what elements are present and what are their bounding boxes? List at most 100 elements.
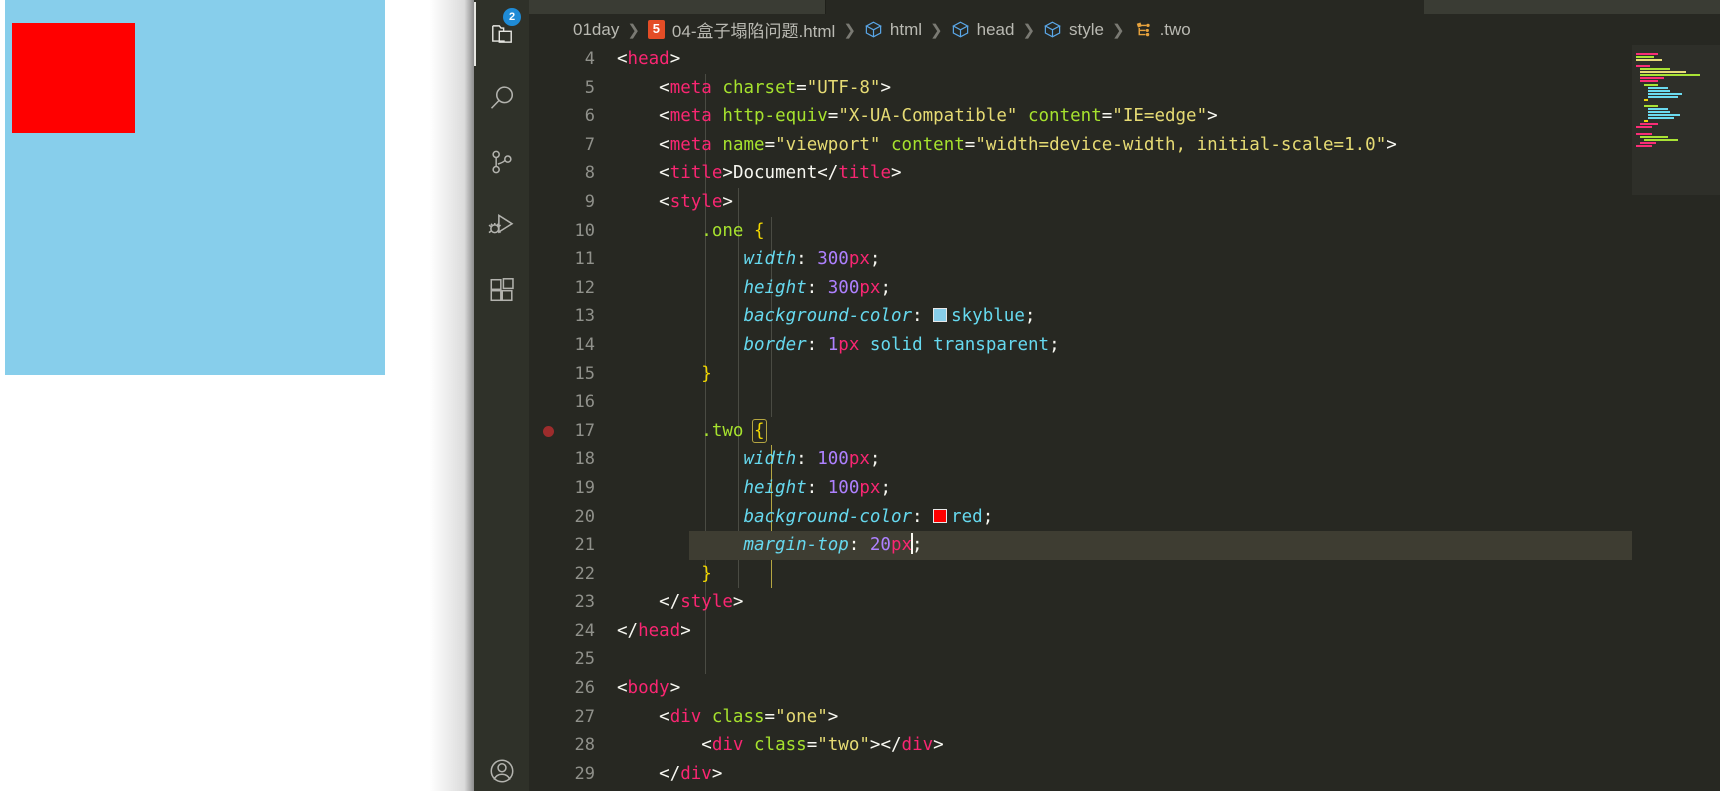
code-line: 20 background-color: red; — [529, 503, 1720, 532]
line-number: 7 — [584, 134, 595, 155]
code-line: 17 .two { — [529, 417, 1720, 446]
code-line-content: <style> — [659, 191, 733, 212]
code-line-content: <div class="two"></div> — [701, 735, 944, 756]
token-tag: div — [901, 735, 934, 756]
breadcrumb-item-css-rule[interactable]: .two — [1133, 20, 1191, 40]
code-line-content: } — [617, 560, 1720, 589]
token-colon: : — [848, 535, 860, 556]
sidebar-item-extensions[interactable] — [474, 258, 529, 322]
line-number: 10 — [574, 220, 595, 241]
line-number: 16 — [574, 392, 595, 413]
code-line: 11 width: 300px; — [529, 245, 1720, 274]
code-line-content: </div> — [659, 763, 723, 784]
breadcrumb-separator: ❯ — [1111, 21, 1125, 39]
breadcrumb-label: .two — [1159, 19, 1191, 39]
token-semicolon: ; — [869, 249, 881, 270]
editor-tab-empty-space — [826, 0, 1424, 14]
token-tag: head — [638, 620, 681, 641]
sidebar-item-search[interactable] — [474, 66, 529, 130]
code-line-content: width: 100px; — [617, 445, 1720, 474]
line-number: 6 — [584, 106, 595, 127]
editor-column: 01day ❯ 04-盒子塌陷问题.html ❯ — [529, 0, 1720, 791]
css-rule-icon — [1133, 20, 1153, 40]
line-number: 23 — [574, 592, 595, 613]
breadcrumb-item-file[interactable]: 04-盒子塌陷问题.html — [647, 17, 835, 42]
token-attr: content — [1027, 106, 1102, 127]
token-color-name: skyblue — [951, 306, 1025, 327]
symbol-cube-icon — [951, 20, 970, 39]
token-property: background-color — [743, 506, 913, 527]
editor-tab-right-group — [1424, 0, 1720, 14]
token-property: background-color — [743, 306, 913, 327]
token-semicolon: ; — [880, 277, 891, 298]
line-number: 13 — [574, 306, 595, 327]
token-colon: : — [912, 306, 923, 327]
code-line-content: border: 1px solid transparent; — [617, 331, 1720, 360]
sidebar-item-explorer[interactable]: 2 — [474, 2, 529, 66]
sidebar-item-source-control[interactable] — [474, 130, 529, 194]
color-swatch-skyblue[interactable] — [933, 308, 948, 323]
code-editor[interactable]: 4 <head> 5 <meta charset="UTF-8"> 6 <met… — [529, 45, 1720, 791]
breadcrumb-item-html[interactable]: html — [864, 20, 922, 40]
window-edge-shadow — [430, 0, 474, 791]
token-number: 300 — [827, 277, 860, 298]
line-number: 12 — [574, 277, 595, 298]
breadcrumb-separator: ❯ — [843, 21, 856, 39]
code-line-content — [617, 388, 1720, 417]
token-string: "X-UA-Compatible" — [838, 106, 1018, 127]
code-line: 22 } — [529, 560, 1720, 589]
code-line-content: height: 300px; — [617, 274, 1720, 303]
token-punct: > — [669, 49, 681, 69]
breadcrumb-label: style — [1069, 19, 1104, 39]
code-line: 6 <meta http-equiv="X-UA-Compatible" con… — [529, 102, 1720, 131]
token-tag: meta — [669, 106, 712, 127]
token-tag: div — [711, 735, 744, 756]
token-keyword: transparent — [933, 334, 1050, 355]
code-line: 19 height: 100px; — [529, 474, 1720, 503]
token-unit: px — [838, 334, 860, 355]
account-icon[interactable] — [474, 739, 529, 791]
code-line-content: <meta charset="UTF-8"> — [659, 77, 892, 98]
token-text: Document — [732, 163, 818, 184]
line-number: 4 — [584, 49, 595, 69]
code-line-content: </style> — [659, 592, 744, 613]
breadcrumb-item-style[interactable]: style — [1043, 20, 1104, 40]
code-line-content: <title>Document</title> — [659, 163, 902, 184]
breadcrumb: 01day ❯ 04-盒子塌陷问题.html ❯ — [529, 14, 1720, 45]
token-tag: title — [838, 163, 891, 184]
breadcrumb-item-head[interactable]: head — [951, 19, 1015, 40]
token-number: 100 — [817, 449, 849, 470]
code-line-content: } — [617, 360, 1720, 389]
code-line: 12 height: 300px; — [529, 274, 1720, 303]
code-line: 28 <div class="two"></div> — [529, 731, 1720, 760]
breadcrumb-separator: ❯ — [930, 21, 943, 39]
code-line: 9 <style> — [529, 188, 1720, 217]
code-line: 26 <body> — [529, 674, 1720, 703]
code-line: 25 — [529, 645, 1720, 674]
token-string: "two" — [817, 735, 870, 756]
token-semicolon: ; — [912, 535, 923, 556]
browser-preview-pane — [0, 0, 474, 791]
code-line-content — [617, 645, 1720, 674]
token-string: "viewport" — [775, 134, 881, 155]
code-line-content: background-color: skyblue; — [617, 302, 1720, 331]
activity-bar-bottom — [474, 739, 529, 791]
token-semicolon: ; — [1024, 306, 1036, 327]
sidebar-item-run-and-debug[interactable] — [474, 194, 529, 258]
color-swatch-red[interactable] — [933, 508, 948, 523]
breadcrumb-label: head — [976, 19, 1015, 39]
line-number: 9 — [584, 191, 595, 212]
line-number: 27 — [574, 706, 595, 727]
token-colon: : — [806, 477, 818, 498]
breadcrumb-item-folder[interactable]: 01day — [573, 20, 619, 40]
code-line: 8 <title>Document</title> — [529, 159, 1720, 188]
token-brace-matched: { — [752, 418, 767, 443]
token-semicolon: ; — [982, 506, 994, 527]
line-number: 28 — [574, 735, 595, 756]
code-line-content: <meta name="viewport" content="width=dev… — [659, 134, 1397, 155]
editor-tab-active[interactable] — [529, 0, 826, 14]
token-semicolon: ; — [869, 449, 881, 470]
breakpoint-icon[interactable] — [543, 426, 554, 438]
code-line-content: background-color: red; — [617, 503, 1720, 532]
code-line-content: <div class="one"> — [659, 706, 839, 727]
